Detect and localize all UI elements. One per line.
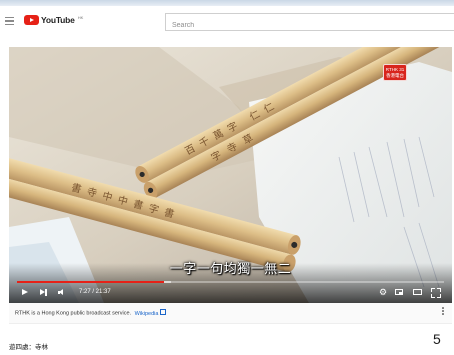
video-player[interactable]: 百千萬字 仁仁 字寺草 書寺中中書字書 RTHK 31 香港電台 一字一句均獨一… [9, 47, 452, 303]
menu-icon[interactable] [5, 17, 14, 26]
progress-fill [17, 281, 164, 283]
wikipedia-link[interactable]: Wikipedia [134, 309, 167, 317]
wikipedia-link-label: Wikipedia [134, 310, 159, 317]
channel-badge-text: RTHK 31 香港電台 [385, 67, 405, 78]
youtube-logo-icon [24, 15, 39, 25]
page-number: 5 [433, 331, 441, 347]
logo-region: HK [77, 14, 84, 20]
time-display: 7:27 / 21:37 [79, 289, 111, 295]
channel-watermark-badge: RTHK 31 香港電台 [383, 64, 407, 81]
video-title[interactable]: 遊四處：寺林 [9, 341, 48, 351]
progress-bar[interactable] [17, 281, 444, 283]
more-options-icon[interactable] [441, 307, 445, 318]
next-icon[interactable] [39, 285, 49, 300]
logo-text: YouTube [41, 15, 75, 25]
volume-icon[interactable] [57, 285, 69, 300]
search-input[interactable] [166, 17, 454, 34]
settings-icon[interactable]: ⚙ [378, 285, 388, 300]
external-link-icon [160, 309, 167, 315]
info-text: RTHK is a Hong Kong public broadcast ser… [15, 310, 132, 317]
masthead: YouTube HK [0, 6, 454, 36]
info-text-line: RTHK is a Hong Kong public broadcast ser… [15, 309, 167, 317]
play-icon[interactable] [20, 285, 30, 300]
fullscreen-icon[interactable] [430, 285, 441, 300]
player-controls: 7:27 / 21:37 ⚙ [9, 285, 452, 300]
search-box [165, 13, 454, 34]
theater-mode-icon[interactable] [412, 285, 423, 300]
video-subtitle: 一字一句均獨一無二 [169, 262, 292, 277]
info-panel: RTHK is a Hong Kong public broadcast ser… [9, 303, 452, 324]
miniplayer-icon[interactable] [394, 285, 405, 300]
youtube-logo[interactable]: YouTube HK [24, 15, 83, 25]
